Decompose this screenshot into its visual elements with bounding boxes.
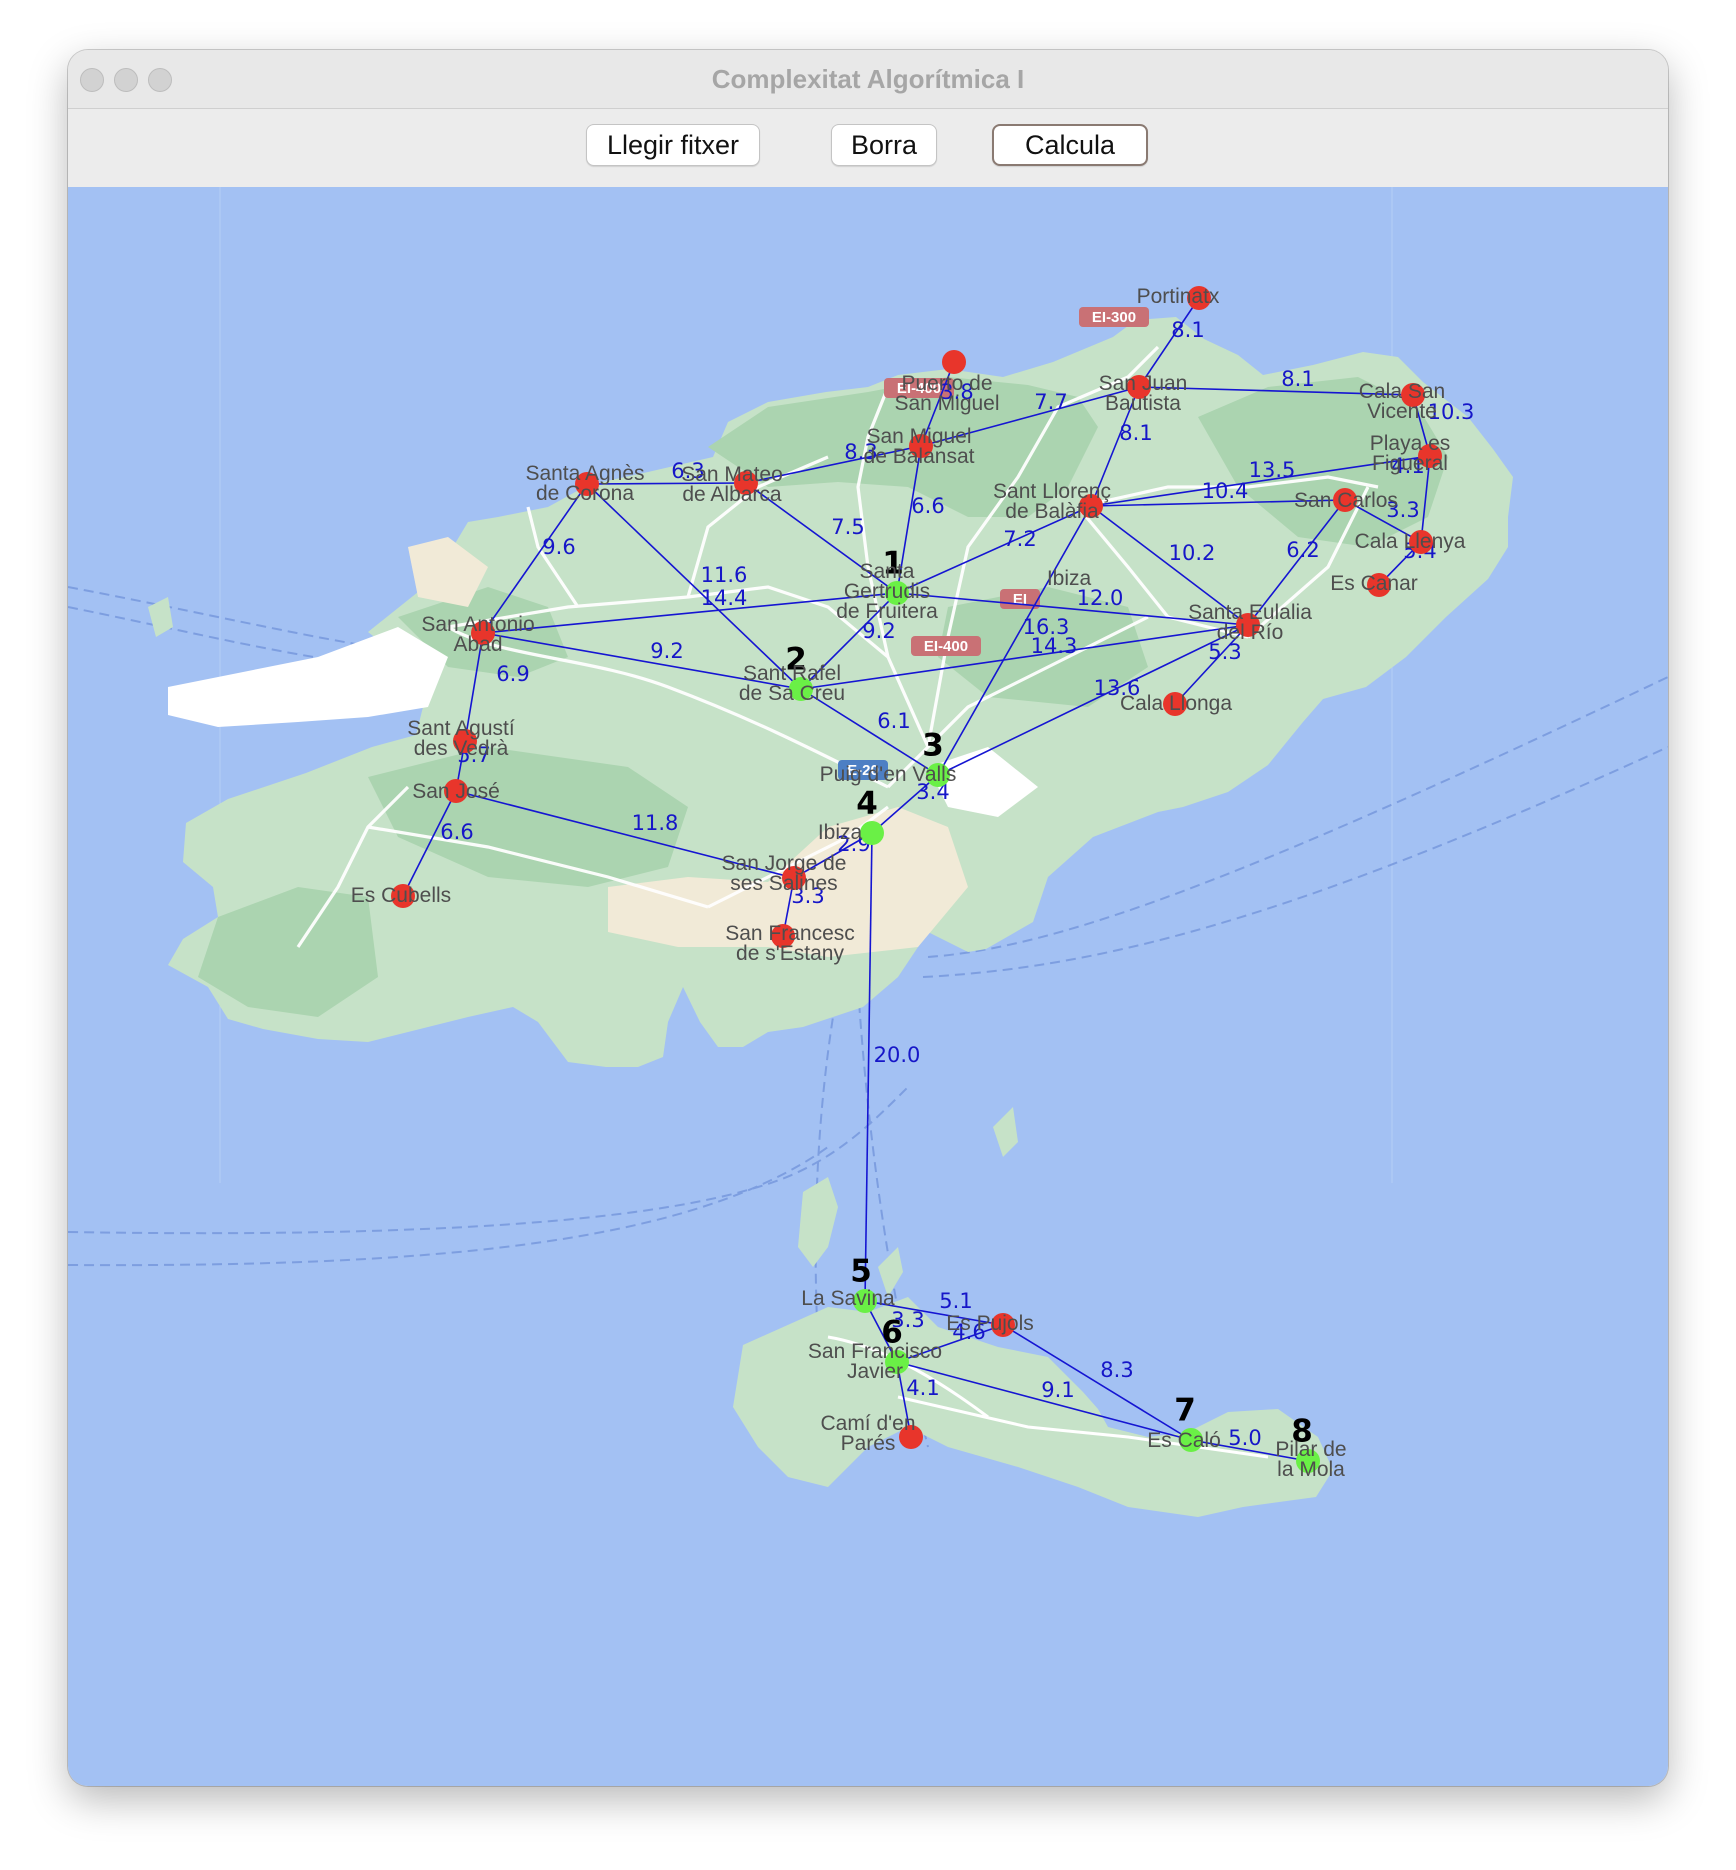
route-order-label: 2 [785,642,807,678]
edge-weight-label: 14.3 [1031,634,1078,658]
edge-weight-label: 7.2 [1003,527,1036,551]
graph-node [782,866,806,890]
edge-weight-label: 8.1 [1119,421,1152,445]
map-graphic[interactable]: EI-300 EI-400 EI-400 EI E-20 8.18.110.33… [68,187,1668,1786]
graph-node [1187,286,1211,310]
route-node [885,1350,909,1374]
route-order-label: 6 [881,1315,903,1351]
edge-weight-label: 8.1 [1171,318,1204,342]
edge-weight-label: 6.6 [440,820,473,844]
route-node [789,677,813,701]
edge-weight-label: 11.8 [632,811,679,835]
edge-weight-label: 9.2 [650,639,683,663]
edge-weight-label: 6.3 [671,459,704,483]
clear-button[interactable]: Borra [831,124,937,166]
graph-node [444,779,468,803]
edge-weight-label: 3.8 [940,380,973,404]
edge-weight-label: 14.4 [701,586,748,610]
edge-weight-label: 3.3 [1386,498,1419,522]
edge-weight-label: 6.6 [911,494,944,518]
edge-weight-label: 4.6 [952,1320,985,1344]
route-node [926,763,950,787]
route-node [1296,1449,1320,1473]
edge-weight-label: 5.0 [1228,1426,1261,1450]
route-node [853,1289,877,1313]
edge-weight-label: 6.2 [1286,538,1319,562]
edge-weight-label: 20.0 [874,1043,921,1067]
app-window: Complexitat Algorítmica I Llegir fitxer … [68,50,1668,1786]
open-file-button[interactable]: Llegir fitxer [586,124,760,166]
graph-node [1418,444,1442,468]
edge-weight-label: 11.6 [701,563,748,587]
edge-weight-label: 10.4 [1202,479,1249,503]
road-shield-label: EI-400 [924,638,968,655]
road-shield-label: EI-300 [1092,309,1136,326]
edge-weight-label: 9.2 [862,619,895,643]
route-order-label: 5 [850,1254,872,1290]
road-shield-label: E-20 [847,762,879,779]
graph-node [909,434,933,458]
graph-node [1127,375,1151,399]
edge-weight-label: 5.1 [939,1289,972,1313]
edge-weight-label: 9.6 [542,535,575,559]
graph-node [1236,613,1260,637]
route-order-label: 1 [882,546,904,582]
route-node [1179,1428,1203,1452]
graph-node [1333,488,1357,512]
graph-node [1079,494,1103,518]
graph-node [942,350,966,374]
edge-weight-label: 10.2 [1169,541,1216,565]
route-order-label: 7 [1174,1393,1196,1429]
graph-edge [586,482,747,485]
edge-weight-label: 8.1 [1281,367,1314,391]
road-shield-label: EI-400 [897,380,941,397]
edge-weight-label: 4.1 [906,1376,939,1400]
graph-node [771,924,795,948]
toolbar: Llegir fitxer Borra Calcula [68,109,1668,187]
route-node [885,581,909,605]
graph-node [1367,573,1391,597]
graph-node [391,884,415,908]
edge-weight-label: 12.0 [1077,586,1124,610]
window-title: Complexitat Algorítmica I [711,64,1025,94]
graph-node [453,729,477,753]
graph-node [734,471,758,495]
title-bar: Complexitat Algorítmica I [68,50,1668,109]
edge-weight-label: 10.3 [1428,400,1475,424]
route-order-label: 4 [856,786,878,822]
graph-node [1409,530,1433,554]
graph-node [899,1425,923,1449]
edge-weight-label: 8.3 [844,440,877,464]
route-order-label: 8 [1291,1414,1313,1450]
edge-weight-label: 5.3 [1208,640,1241,664]
graph-node [1163,692,1187,716]
edge-weight-label: 7.5 [831,515,864,539]
graph-node [575,472,599,496]
route-order-label: 3 [922,728,944,764]
edge-weight-label: 9.1 [1041,1378,1074,1402]
edge-weight-label: 6.9 [496,662,529,686]
compute-button[interactable]: Calcula [992,124,1148,166]
edge-weight-label: 8.3 [1100,1358,1133,1382]
graph-node [471,621,495,645]
map-canvas[interactable]: EI-300 EI-400 EI-400 EI E-20 8.1 8.1 10.3 3… [68,187,1668,1786]
edge-weight-label: 7.7 [1034,390,1067,414]
edge-weight-label: 13.6 [1094,676,1141,700]
route-node [860,821,884,845]
edge-weight-label: 6.1 [877,709,910,733]
graph-node [1401,383,1425,407]
edge-weight-label: 13.5 [1249,458,1296,482]
graph-node [991,1313,1015,1337]
